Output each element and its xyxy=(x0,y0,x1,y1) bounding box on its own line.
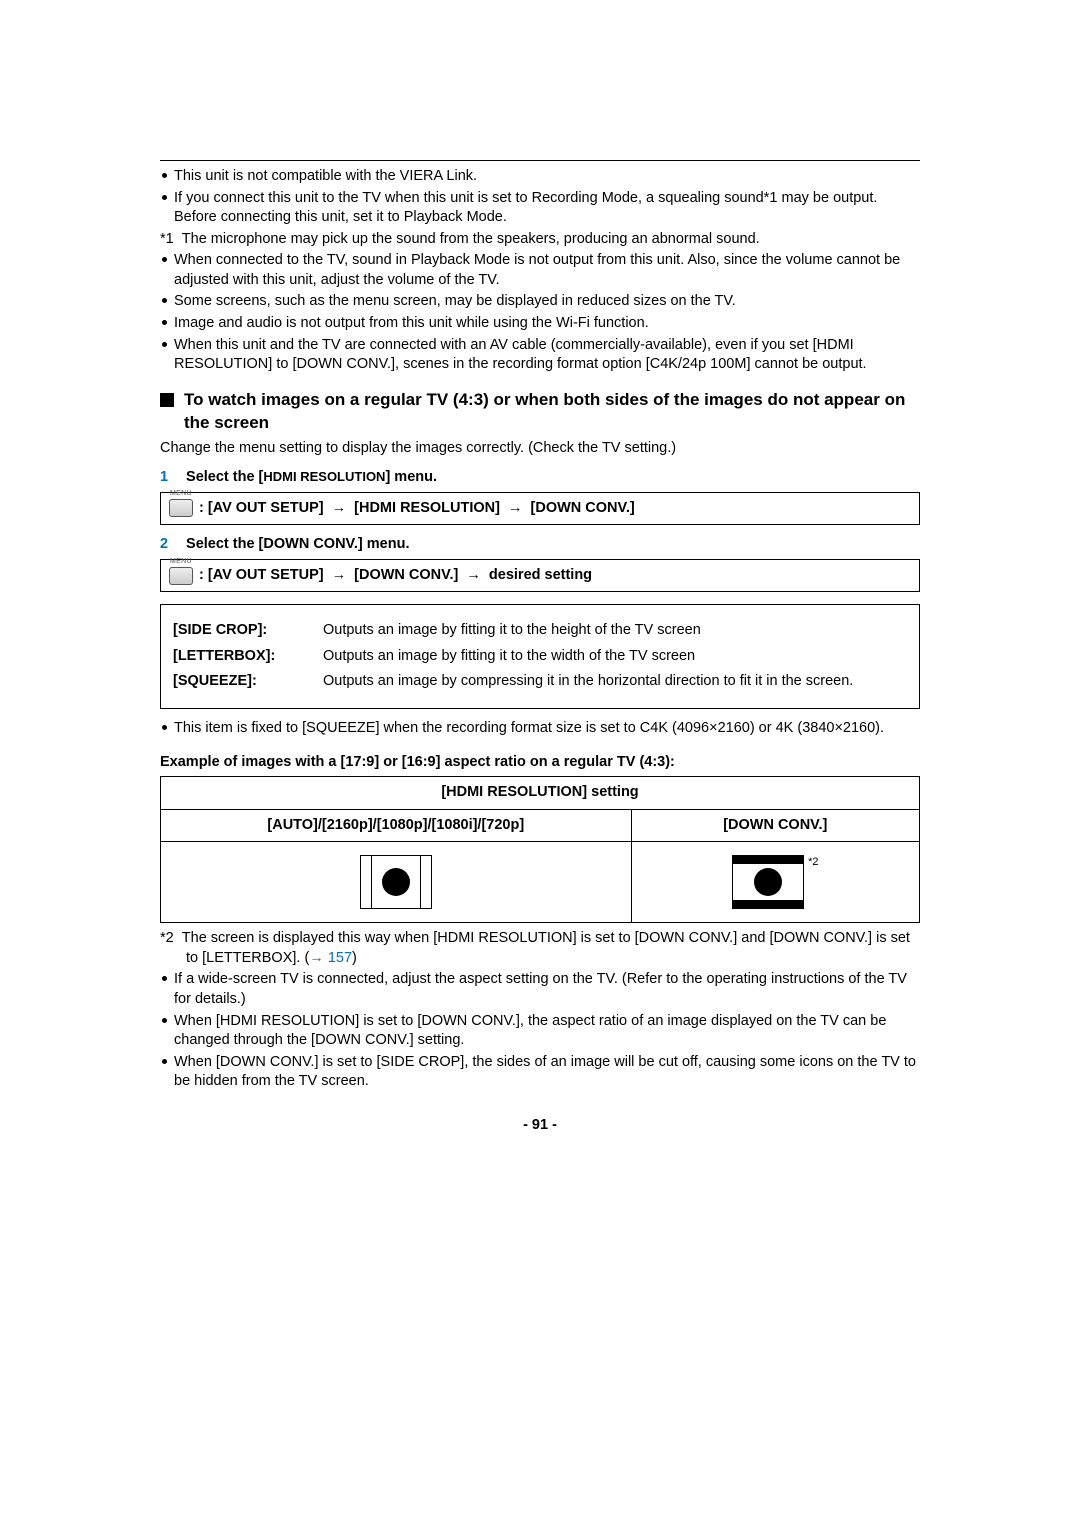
menu-icon-label: MENU xyxy=(170,557,192,566)
note-item: When [DOWN CONV.] is set to [SIDE CROP],… xyxy=(160,1053,920,1092)
option-desc: Outputs an image by fitting it to the he… xyxy=(323,621,907,641)
option-name: [SIDE CROP]: xyxy=(173,621,323,641)
step-number: 2 xyxy=(160,535,182,555)
note-item: Image and audio is not output from this … xyxy=(160,314,920,334)
step-1: 1 Select the [HDMI RESOLUTION] menu. xyxy=(160,468,920,488)
menu-icon-label: MENU xyxy=(170,489,192,498)
option-row: [SIDE CROP]: Outputs an image by fitting… xyxy=(173,621,907,641)
options-box: [SIDE CROP]: Outputs an image by fitting… xyxy=(160,604,920,709)
arrow-icon: → xyxy=(466,567,481,583)
note-item: When [HDMI RESOLUTION] is set to [DOWN C… xyxy=(160,1012,920,1051)
arrow-icon: → xyxy=(332,500,347,516)
footnote-2: *2 The screen is displayed this way when… xyxy=(160,929,920,968)
footnote-text: The screen is displayed this way when [H… xyxy=(182,930,910,966)
option-row: [LETTERBOX]: Outputs an image by fitting… xyxy=(173,647,907,667)
menu-icon: MENU xyxy=(169,499,193,517)
t: [AV OUT SETUP] xyxy=(208,500,324,516)
footnote-ref: *2 xyxy=(808,856,818,868)
table-col1-header: [AUTO]/[2160p]/[1080p]/[1080i]/[720p] xyxy=(161,809,632,842)
manual-page: This unit is not compatible with the VIE… xyxy=(140,160,940,1175)
note-text: If you connect this unit to the TV when … xyxy=(174,190,877,226)
footnote-mark: *2 xyxy=(160,930,174,946)
table-cell-auto xyxy=(161,842,632,923)
note-item: When this unit and the TV are connected … xyxy=(160,336,920,375)
t: [AV OUT SETUP] xyxy=(208,567,324,583)
table-cell-downconv: *2 xyxy=(631,842,919,923)
tv-letterbox-icon xyxy=(732,855,804,909)
black-square-icon xyxy=(160,393,174,407)
menu-path: : [AV OUT SETUP] → [DOWN CONV.] → desire… xyxy=(199,566,592,586)
footnote-1: *1 The microphone may pick up the sound … xyxy=(160,230,920,250)
top-notes-list-cont: When connected to the TV, sound in Playb… xyxy=(160,251,920,374)
option-desc: Outputs an image by compressing it in th… xyxy=(323,672,907,692)
option-row: [SQUEEZE]: Outputs an image by compressi… xyxy=(173,672,907,692)
t: desired setting xyxy=(489,567,592,583)
t: ] menu. xyxy=(385,469,437,485)
menu-path-box-2: MENU : [AV OUT SETUP] → [DOWN CONV.] → d… xyxy=(160,559,920,593)
section-title: To watch images on a regular TV (4:3) or… xyxy=(184,389,920,435)
tv-squeeze-icon xyxy=(360,855,432,909)
footnote-mark: *1 xyxy=(160,231,174,247)
footnote-text-end: ) xyxy=(352,950,357,966)
option-name: [LETTERBOX]: xyxy=(173,647,323,667)
top-rule xyxy=(160,160,920,161)
section-heading: To watch images on a regular TV (4:3) or… xyxy=(160,389,920,435)
note-item: If a wide-screen TV is connected, adjust… xyxy=(160,970,920,1009)
t: [HDMI RESOLUTION] xyxy=(354,500,500,516)
table-col2-header: [DOWN CONV.] xyxy=(631,809,919,842)
page-number: - 91 - xyxy=(160,1116,920,1136)
step-number: 1 xyxy=(160,468,182,488)
bottom-notes-list: If a wide-screen TV is connected, adjust… xyxy=(160,970,920,1091)
step-text: Select the [HDMI RESOLUTION] menu. xyxy=(186,469,437,485)
menu-path: : [AV OUT SETUP] → [HDMI RESOLUTION] → [… xyxy=(199,499,635,519)
step-2: 2 Select the [DOWN CONV.] menu. xyxy=(160,535,920,555)
footnote-text: The microphone may pick up the sound fro… xyxy=(182,231,760,247)
note-item: This item is fixed to [SQUEEZE] when the… xyxy=(160,719,920,739)
link-arrow-icon: → xyxy=(309,950,324,966)
step-text: Select the [DOWN CONV.] menu. xyxy=(186,536,409,552)
note-item: If you connect this unit to the TV when … xyxy=(160,189,920,228)
arrow-icon: → xyxy=(332,567,347,583)
resolution-table: [HDMI RESOLUTION] setting [AUTO]/[2160p]… xyxy=(160,776,920,923)
t: [DOWN CONV.] xyxy=(354,567,458,583)
squeeze-note-list: This item is fixed to [SQUEEZE] when the… xyxy=(160,719,920,739)
note-item: When connected to the TV, sound in Playb… xyxy=(160,251,920,290)
section-desc: Change the menu setting to display the i… xyxy=(160,439,920,459)
menu-path-box-1: MENU : [AV OUT SETUP] → [HDMI RESOLUTION… xyxy=(160,492,920,526)
note-item: Some screens, such as the menu screen, m… xyxy=(160,292,920,312)
t: HDMI RESOLUTION xyxy=(263,469,385,484)
menu-icon: MENU xyxy=(169,567,193,585)
option-desc: Outputs an image by fitting it to the wi… xyxy=(323,647,907,667)
table-header-span: [HDMI RESOLUTION] setting xyxy=(161,777,920,810)
top-notes-list: This unit is not compatible with the VIE… xyxy=(160,167,920,228)
t: Select the [ xyxy=(186,469,263,485)
t: [DOWN CONV.] xyxy=(531,500,635,516)
arrow-icon: → xyxy=(508,500,523,516)
example-caption: Example of images with a [17:9] or [16:9… xyxy=(160,753,920,773)
page-link[interactable]: 157 xyxy=(328,950,352,966)
note-item: This unit is not compatible with the VIE… xyxy=(160,167,920,187)
option-name: [SQUEEZE]: xyxy=(173,672,323,692)
